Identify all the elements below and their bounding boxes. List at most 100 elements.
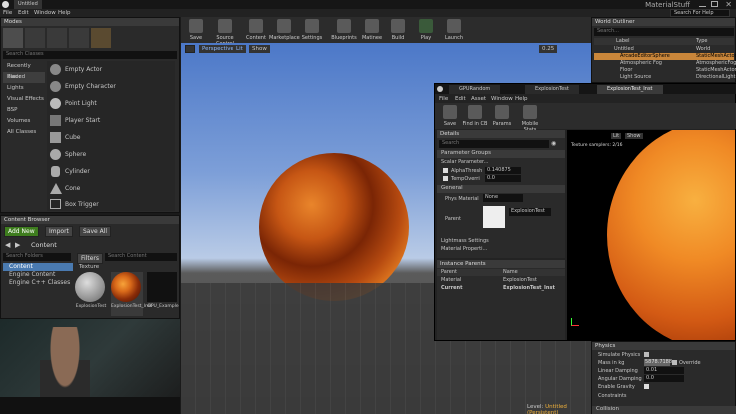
place-item[interactable]: Player Start [47, 112, 175, 129]
editor-menu-edit[interactable]: Edit [455, 96, 466, 102]
editor-save-button[interactable]: Save [437, 103, 463, 131]
place-item[interactable]: Empty Actor [47, 61, 175, 78]
override-checkbox[interactable] [672, 360, 677, 365]
place-item[interactable]: Point Light [47, 95, 175, 112]
preview-lit-button[interactable]: Lit [611, 133, 622, 139]
geometry-mode-icon[interactable] [91, 28, 111, 48]
landscape-mode-icon[interactable] [47, 28, 67, 48]
category-bsp[interactable]: BSP [3, 105, 45, 116]
menu-edit[interactable]: Edit [18, 10, 29, 16]
material-preview-viewport[interactable]: Lit Show Texture samplers: 2/16 [567, 130, 735, 340]
minimize-button[interactable] [699, 1, 706, 7]
collision-header[interactable]: Collision [592, 406, 736, 414]
import-button[interactable]: Import [45, 226, 73, 237]
menu-file[interactable]: File [3, 10, 12, 16]
class-search[interactable]: Search Classes [3, 51, 177, 59]
ip-row[interactable]: Current ExplosionTest_Inst [437, 285, 565, 292]
tree-item-engine-classes[interactable]: Engine C++ Classes [3, 279, 73, 287]
blueprints-button[interactable]: Blueprints [329, 17, 359, 45]
place-item[interactable]: Cone [47, 180, 175, 197]
find-in-cb-button[interactable]: Find in CB [461, 103, 489, 131]
save-button[interactable]: Save [183, 17, 209, 45]
show-button[interactable]: Show [249, 45, 270, 53]
editor-menu-file[interactable]: File [439, 96, 448, 102]
place-item[interactable]: Sphere [47, 146, 175, 163]
mass-input[interactable]: 5878.7188 [644, 359, 672, 366]
eye-icon[interactable]: ◉ [551, 140, 556, 147]
help-search[interactable]: Search For Help [670, 9, 730, 17]
outliner-row[interactable]: Floor StaticMeshActor [594, 67, 736, 74]
outliner-row[interactable]: Light Source DirectionalLight [594, 74, 736, 81]
outliner-search[interactable]: Search... [594, 28, 734, 36]
param-value[interactable]: 0.0 [485, 175, 521, 182]
editor-menu-help[interactable]: Help [515, 96, 528, 102]
add-new-button[interactable]: Add New [4, 226, 39, 237]
editor-menu-asset[interactable]: Asset [471, 96, 486, 102]
tab-explosiontest[interactable]: ExplosionTest [525, 85, 579, 94]
forward-icon[interactable]: ▶ [15, 241, 20, 249]
marketplace-button[interactable]: Marketplace [269, 17, 300, 45]
place-item[interactable]: Cylinder [47, 163, 175, 180]
lit-button[interactable]: Lit [233, 45, 246, 53]
constraints-header[interactable]: Constraints [598, 393, 627, 399]
category-all-classes[interactable]: All Classes [3, 127, 45, 138]
simulate-physics-checkbox[interactable] [644, 352, 649, 357]
asset-tile[interactable]: ExplosionTest [75, 272, 107, 316]
save-all-button[interactable]: Save All [79, 226, 112, 237]
col-label[interactable]: Label [616, 38, 630, 44]
content-search[interactable]: Search Content [105, 253, 177, 261]
place-item[interactable]: Empty Character [47, 78, 175, 95]
param-value[interactable]: 0.140875 [485, 167, 521, 174]
params-button[interactable]: Params [489, 103, 515, 131]
category-lights[interactable]: Lights [3, 83, 45, 94]
parameter-groups-header[interactable]: Parameter Groups [437, 150, 565, 158]
ip-row[interactable]: Material ExplosionTest [437, 277, 565, 284]
level-tab[interactable]: Untitled [14, 0, 42, 9]
close-button[interactable]: ✕ [725, 0, 732, 9]
angular-damping-input[interactable]: 0.0 [644, 375, 684, 382]
parent-select[interactable]: ExplosionTest [509, 208, 551, 216]
settings-button[interactable]: Settings [299, 17, 325, 45]
foliage-mode-icon[interactable] [69, 28, 89, 48]
viewport-options-button[interactable] [185, 45, 195, 53]
mobile-stats-button[interactable]: Mobile Stats [515, 103, 545, 133]
tree-item-content[interactable]: Content [3, 263, 73, 271]
category-recently-placed[interactable]: Recently Placed [3, 61, 45, 80]
menu-help[interactable]: Help [58, 10, 71, 16]
paint-mode-icon[interactable] [25, 28, 45, 48]
perspective-button[interactable]: Perspective [199, 45, 237, 53]
scalar-params-header[interactable]: Scalar Parameter... [441, 159, 488, 165]
outliner-row[interactable]: ArcadeEditorSphere StaticMeshActor [594, 53, 736, 60]
tab-gpurandom[interactable]: GPURandom [449, 85, 501, 94]
maximize-button[interactable] [711, 1, 718, 7]
asset-tile[interactable]: ExplosionTest_Inst [111, 272, 152, 316]
launch-button[interactable]: Launch [441, 17, 467, 45]
physics-title[interactable]: Physics [592, 342, 735, 350]
build-button[interactable]: Build [385, 17, 411, 45]
category-visual-effects[interactable]: Visual Effects [3, 94, 45, 105]
content-button[interactable]: Content [243, 17, 269, 45]
editor-menu-window[interactable]: Window [491, 96, 513, 102]
details-search[interactable]: Search [439, 140, 549, 148]
menu-window[interactable]: Window [34, 10, 56, 16]
col-type[interactable]: Type [696, 38, 707, 44]
general-header[interactable]: General [437, 185, 565, 193]
place-item[interactable]: Cube [47, 129, 175, 146]
category-volumes[interactable]: Volumes [3, 116, 45, 127]
place-item[interactable]: Box Trigger [47, 197, 175, 211]
asset-tile[interactable]: GPU_Example [147, 272, 179, 316]
outliner-row[interactable]: Untitled World [594, 46, 734, 53]
lightmass-header[interactable]: Lightmass Settings [441, 238, 489, 244]
phys-material-select[interactable]: None [483, 194, 523, 202]
back-icon[interactable]: ◀ [5, 241, 10, 249]
matinee-button[interactable]: Matinee [359, 17, 385, 45]
param-checkbox[interactable] [443, 168, 448, 173]
place-mode-icon[interactable] [3, 28, 23, 48]
source-control-button[interactable]: Source Control [207, 17, 243, 47]
folder-path[interactable]: Content [31, 241, 57, 249]
folder-search[interactable]: Search Folders [3, 253, 71, 261]
material-properties-header[interactable]: Material Properti... [441, 246, 487, 252]
play-button[interactable]: Play [413, 17, 439, 45]
linear-damping-input[interactable]: 0.01 [644, 367, 684, 374]
preview-show-button[interactable]: Show [625, 133, 643, 139]
